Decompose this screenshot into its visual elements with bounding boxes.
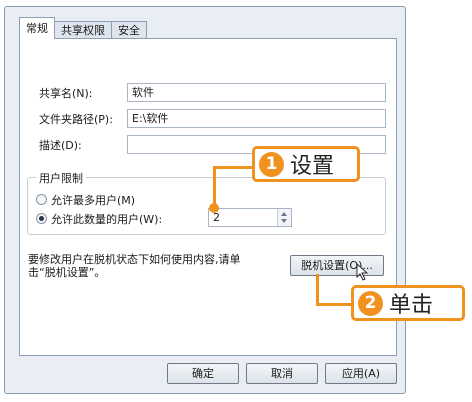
mouse-pointer-icon (356, 263, 369, 281)
folder-path-label: 文件夹路径(P): (39, 113, 113, 126)
tab-security[interactable]: 安全 (111, 21, 147, 39)
user-count-stepper[interactable]: 2 (208, 208, 292, 227)
stepper-arrows[interactable] (277, 209, 291, 226)
callout-1-connector-h (213, 166, 255, 169)
stepper-down-icon[interactable] (281, 219, 287, 223)
user-limit-legend: 用户限制 (36, 170, 86, 186)
user-count-radio[interactable] (36, 213, 47, 224)
share-properties-dialog: 常规 共享权限 安全 共享名(N): 软件 文件夹路径(P): E:\软件 描述… (4, 6, 406, 394)
max-users-radio[interactable] (36, 194, 47, 205)
step-2-text: 单击 (389, 293, 434, 318)
tab-general[interactable]: 常规 (19, 17, 55, 39)
step-1-text: 设置 (290, 154, 335, 179)
callout-step-2: 2 单击 (351, 285, 465, 321)
tab-share-permissions[interactable]: 共享权限 (54, 21, 112, 39)
share-name-field[interactable]: 软件 (127, 83, 386, 102)
step-2-badge: 2 (358, 290, 383, 316)
folder-path-field[interactable]: E:\软件 (127, 109, 386, 128)
ok-button[interactable]: 确定 (167, 363, 239, 384)
callout-step-1: 1 设置 (252, 146, 360, 182)
max-users-label[interactable]: 允许最多用户(M) (51, 192, 135, 208)
callout-2-connector-h (316, 303, 354, 306)
description-label: 描述(D): (39, 139, 82, 152)
general-panel: 共享名(N): 软件 文件夹路径(P): E:\软件 描述(D): 用户限制 允… (19, 38, 397, 356)
offline-note-line1: 要修改用户在脱机状态下如何使用内容,请单 (28, 253, 241, 266)
user-count-label[interactable]: 允许此数量的用户(W): (51, 211, 162, 227)
stepper-up-icon[interactable] (281, 212, 287, 216)
offline-note-line2: 击“脱机设置”。 (28, 266, 106, 279)
callout-1-dot (209, 203, 219, 213)
callout-2-connector (316, 274, 319, 306)
cancel-button[interactable]: 取消 (246, 363, 318, 384)
offline-note: 要修改用户在脱机状态下如何使用内容,请单 击“脱机设置”。 (28, 253, 278, 279)
callout-1-connector (213, 166, 216, 208)
share-name-label: 共享名(N): (39, 87, 93, 100)
step-1-badge: 1 (259, 151, 284, 177)
tab-bar: 常规 共享权限 安全 (19, 17, 147, 39)
apply-button[interactable]: 应用(A) (325, 363, 397, 384)
